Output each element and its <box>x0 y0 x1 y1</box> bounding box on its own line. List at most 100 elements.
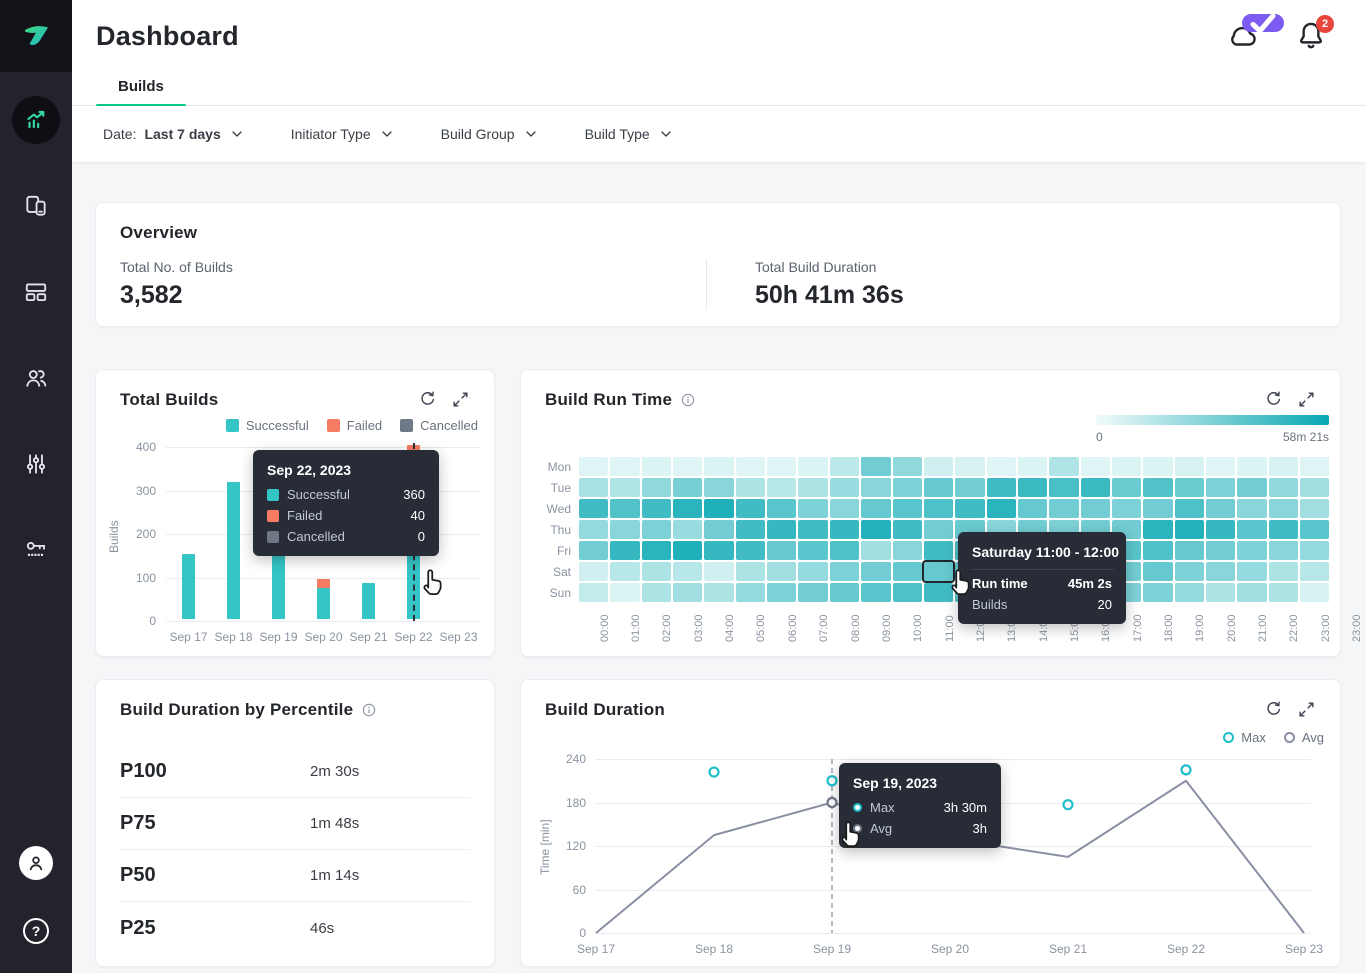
bar-segment-successful[interactable] <box>317 588 330 619</box>
heat-cell[interactable] <box>893 562 922 581</box>
heat-cell[interactable] <box>1269 562 1298 581</box>
heat-cell[interactable] <box>1269 457 1298 476</box>
heat-cell[interactable] <box>1112 457 1141 476</box>
heat-cell[interactable] <box>1237 583 1266 602</box>
heat-cell[interactable] <box>893 520 922 539</box>
heat-cell[interactable] <box>610 541 639 560</box>
heat-cell[interactable] <box>1206 478 1235 497</box>
heat-cell[interactable] <box>704 457 733 476</box>
heat-cell[interactable] <box>1206 583 1235 602</box>
heat-cell[interactable] <box>1143 562 1172 581</box>
tab-builds[interactable]: Builds <box>96 72 186 105</box>
heat-cell[interactable] <box>673 520 702 539</box>
heat-cell[interactable] <box>1175 457 1204 476</box>
heat-cell[interactable] <box>798 520 827 539</box>
heat-cell[interactable] <box>642 541 671 560</box>
heat-cell[interactable] <box>579 541 608 560</box>
heat-cell[interactable] <box>798 457 827 476</box>
bar-segment-successful[interactable] <box>362 583 375 619</box>
sidebar-item-people[interactable] <box>12 354 60 402</box>
heat-cell[interactable] <box>1206 499 1235 518</box>
heat-cell[interactable] <box>1018 499 1047 518</box>
sidebar-item-dashboards[interactable] <box>12 268 60 316</box>
heat-cell[interactable] <box>861 478 890 497</box>
heat-cell[interactable] <box>1269 478 1298 497</box>
cloud-status-button[interactable] <box>1226 19 1260 53</box>
heat-cell[interactable] <box>1237 520 1266 539</box>
heat-cell[interactable] <box>704 583 733 602</box>
heat-cell[interactable] <box>642 499 671 518</box>
sidebar-item-settings[interactable] <box>12 440 60 488</box>
heat-cell[interactable] <box>830 520 859 539</box>
heat-cell[interactable] <box>642 478 671 497</box>
heat-cell[interactable] <box>861 520 890 539</box>
heat-cell[interactable] <box>924 499 953 518</box>
heat-cell[interactable] <box>767 520 796 539</box>
heat-cell[interactable] <box>924 520 953 539</box>
heat-cell[interactable] <box>767 478 796 497</box>
heat-cell[interactable] <box>1269 520 1298 539</box>
heat-cell[interactable] <box>610 457 639 476</box>
heat-cell[interactable] <box>1300 583 1329 602</box>
heat-cell[interactable] <box>861 562 890 581</box>
sidebar-item-credentials[interactable] <box>12 526 60 574</box>
heat-cell[interactable] <box>579 478 608 497</box>
heat-cell[interactable] <box>830 478 859 497</box>
heat-cell[interactable] <box>798 478 827 497</box>
heat-cell[interactable] <box>1081 499 1110 518</box>
heat-cell[interactable] <box>1049 478 1078 497</box>
heat-cell[interactable] <box>1112 499 1141 518</box>
heat-cell[interactable] <box>987 499 1016 518</box>
heat-cell[interactable] <box>767 541 796 560</box>
heat-cell[interactable] <box>1300 457 1329 476</box>
heat-cell[interactable] <box>1143 499 1172 518</box>
heat-cell[interactable] <box>767 499 796 518</box>
heat-cell[interactable] <box>830 457 859 476</box>
bar-segment-successful[interactable] <box>182 554 195 619</box>
max-point[interactable] <box>828 776 837 785</box>
heat-cell[interactable] <box>1081 457 1110 476</box>
heat-cell[interactable] <box>987 457 1016 476</box>
heat-cell[interactable] <box>1018 478 1047 497</box>
heat-cell[interactable] <box>955 457 984 476</box>
max-point[interactable] <box>1064 800 1073 809</box>
sidebar-item-apps[interactable] <box>12 182 60 230</box>
heat-cell[interactable] <box>704 520 733 539</box>
bar-segment-failed[interactable] <box>317 579 330 588</box>
heat-cell[interactable] <box>642 520 671 539</box>
heat-cell[interactable] <box>861 541 890 560</box>
heat-cell[interactable] <box>642 583 671 602</box>
heat-cell[interactable] <box>610 583 639 602</box>
heat-cell[interactable] <box>861 583 890 602</box>
heat-cell[interactable] <box>955 478 984 497</box>
heat-cell[interactable] <box>736 520 765 539</box>
max-point[interactable] <box>710 768 719 777</box>
heat-cell[interactable] <box>861 499 890 518</box>
heat-cell[interactable] <box>830 562 859 581</box>
heat-cell[interactable] <box>704 499 733 518</box>
heat-cell[interactable] <box>924 478 953 497</box>
heat-cell[interactable] <box>830 583 859 602</box>
heat-cell[interactable] <box>1175 583 1204 602</box>
heat-cell[interactable] <box>579 499 608 518</box>
heat-cell[interactable] <box>736 583 765 602</box>
heat-cell[interactable] <box>1237 457 1266 476</box>
heat-cell[interactable] <box>893 499 922 518</box>
heat-cell[interactable] <box>798 499 827 518</box>
heat-cell[interactable] <box>1269 541 1298 560</box>
heat-cell[interactable] <box>767 562 796 581</box>
heat-cell[interactable] <box>579 562 608 581</box>
heat-cell[interactable] <box>579 520 608 539</box>
heat-cell[interactable] <box>704 562 733 581</box>
heat-cell[interactable] <box>798 583 827 602</box>
heat-cell[interactable] <box>610 562 639 581</box>
heat-cell[interactable] <box>987 478 1016 497</box>
bar-segment-successful[interactable] <box>227 482 240 619</box>
heat-cell[interactable] <box>673 499 702 518</box>
heat-cell[interactable] <box>1143 520 1172 539</box>
heat-cell[interactable] <box>1237 562 1266 581</box>
heat-cell[interactable] <box>893 478 922 497</box>
heat-cell[interactable] <box>893 457 922 476</box>
heat-cell[interactable] <box>704 541 733 560</box>
heat-cell[interactable] <box>1237 478 1266 497</box>
